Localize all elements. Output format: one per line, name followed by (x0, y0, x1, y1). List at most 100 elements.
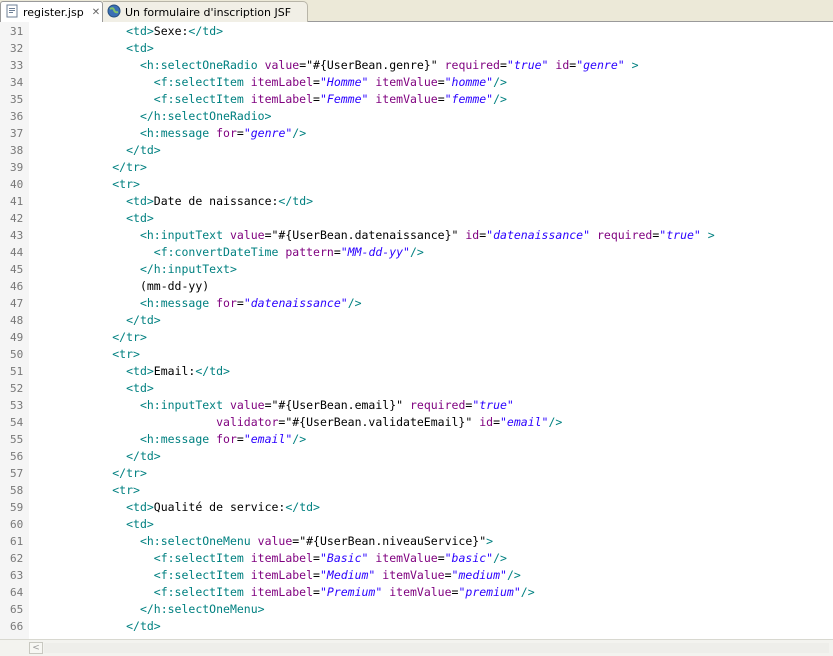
line-number: 54 (10, 416, 24, 429)
code-line[interactable]: 42 <td> (0, 210, 833, 227)
tab-formulaire-inscription[interactable]: Un formulaire d'inscription JSF (103, 1, 308, 22)
code-line[interactable]: 35 <f:selectItem itemLabel="Femme" itemV… (0, 91, 833, 108)
code-line[interactable]: 32 <td> (0, 40, 833, 57)
line-code: <h:message for="email"/> (139, 432, 307, 446)
line-code: <td> (126, 517, 154, 531)
line-code: <f:selectItem itemLabel="Homme" itemValu… (153, 75, 507, 89)
line-number: 33 (10, 59, 24, 72)
line-code: <tr> (112, 483, 140, 497)
horizontal-scrollbar[interactable]: < (0, 639, 833, 656)
line-code: <h:message for="datenaissance"/> (139, 296, 362, 310)
line-code: <f:selectItem itemLabel="Basic" itemValu… (153, 551, 507, 565)
line-code: </h:selectOneRadio> (139, 109, 272, 123)
code-line[interactable]: 39 </tr> (0, 159, 833, 176)
scroll-left-button[interactable]: < (29, 642, 43, 654)
close-icon[interactable]: ✕ (92, 7, 100, 18)
line-number: 62 (10, 552, 24, 565)
line-code: validator="#{UserBean.validateEmail}" id… (216, 415, 563, 429)
line-number: 39 (10, 161, 24, 174)
code-line[interactable]: 63 <f:selectItem itemLabel="Medium" item… (0, 567, 833, 584)
code-line[interactable]: 38 </td> (0, 142, 833, 159)
line-code: <td> (126, 381, 154, 395)
code-line[interactable]: 40 <tr> (0, 176, 833, 193)
code-line[interactable]: 62 <f:selectItem itemLabel="Basic" itemV… (0, 550, 833, 567)
code-line[interactable]: 51 <td>Email:</td> (0, 363, 833, 380)
line-number: 43 (10, 229, 24, 242)
line-number: 60 (10, 518, 24, 531)
code-line[interactable]: 50 <tr> (0, 346, 833, 363)
line-number: 61 (10, 535, 24, 548)
code-line[interactable]: 36 </h:selectOneRadio> (0, 108, 833, 125)
code-line[interactable]: 45 </h:inputText> (0, 261, 833, 278)
line-code: </h:selectOneMenu> (139, 602, 265, 616)
code-line[interactable]: 53 <h:inputText value="#{UserBean.email}… (0, 397, 833, 414)
code-line[interactable]: 60 <td> (0, 516, 833, 533)
line-number: 56 (10, 450, 24, 463)
line-code: <td> (126, 211, 154, 225)
line-number: 41 (10, 195, 24, 208)
code-line[interactable]: 49 </tr> (0, 329, 833, 346)
code-line[interactable]: 43 <h:inputText value="#{UserBean.datena… (0, 227, 833, 244)
line-code: </td> (126, 449, 161, 463)
line-number: 64 (10, 586, 24, 599)
line-number: 47 (10, 297, 24, 310)
code-line[interactable]: 56 </td> (0, 448, 833, 465)
code-line[interactable]: 44 <f:convertDateTime pattern="MM-dd-yy"… (0, 244, 833, 261)
code-line[interactable]: 55 <h:message for="email"/> (0, 431, 833, 448)
code-line[interactable]: 34 <f:selectItem itemLabel="Homme" itemV… (0, 74, 833, 91)
line-code: </tr> (112, 160, 147, 174)
code-line[interactable]: 57 </tr> (0, 465, 833, 482)
line-code: <f:selectItem itemLabel="Premium" itemVa… (153, 585, 535, 599)
code-line[interactable]: 52 <td> (0, 380, 833, 397)
tab-label: register.jsp (23, 5, 84, 19)
code-line[interactable]: 41 <td>Date de naissance:</td> (0, 193, 833, 210)
line-code: <h:inputText value="#{UserBean.datenaiss… (139, 228, 715, 242)
line-number: 40 (10, 178, 24, 191)
code-line[interactable]: 59 <td>Qualité de service:</td> (0, 499, 833, 516)
line-code: <tr> (112, 347, 140, 361)
line-code: <f:selectItem itemLabel="Medium" itemVal… (153, 568, 521, 582)
tab-label: Un formulaire d'inscription JSF (125, 5, 292, 19)
code-line[interactable]: 64 <f:selectItem itemLabel="Premium" ite… (0, 584, 833, 601)
code-line[interactable]: 54 validator="#{UserBean.validateEmail}"… (0, 414, 833, 431)
code-line[interactable]: 37 <h:message for="genre"/> (0, 125, 833, 142)
code-line[interactable]: 61 <h:selectOneMenu value="#{UserBean.ni… (0, 533, 833, 550)
code-line[interactable]: 48 </td> (0, 312, 833, 329)
line-code: <td>Qualité de service:</td> (126, 500, 320, 514)
code-line[interactable]: 31 <td>Sexe:</td> (0, 23, 833, 40)
line-code: <td> (126, 41, 154, 55)
editor-tab-bar: register.jsp ✕ Un formulaire d'inscripti… (0, 0, 833, 22)
tab-register-jsp[interactable]: register.jsp ✕ (0, 1, 103, 22)
line-number: 32 (10, 42, 24, 55)
line-number: 35 (10, 93, 24, 106)
code-line[interactable]: 47 <h:message for="datenaissance"/> (0, 295, 833, 312)
line-number: 51 (10, 365, 24, 378)
scroll-track[interactable] (44, 643, 829, 653)
line-number: 50 (10, 348, 24, 361)
code-editor[interactable]: 31 <td>Sexe:</td> 32 <td> 33 <h:selectOneR… (0, 22, 833, 639)
code-line[interactable]: 65 </h:selectOneMenu> (0, 601, 833, 618)
line-number: 46 (10, 280, 24, 293)
line-number: 36 (10, 110, 24, 123)
line-number: 58 (10, 484, 24, 497)
line-code: <td>Date de naissance:</td> (126, 194, 314, 208)
line-number: 37 (10, 127, 24, 140)
line-code: </td> (126, 313, 161, 327)
line-number: 57 (10, 467, 24, 480)
line-number: 38 (10, 144, 24, 157)
line-number: 49 (10, 331, 24, 344)
line-number: 66 (10, 620, 24, 633)
line-code: <tr> (112, 177, 140, 191)
line-number: 42 (10, 212, 24, 225)
code-line[interactable]: 58 <tr> (0, 482, 833, 499)
line-code: </h:inputText> (139, 262, 237, 276)
code-line[interactable]: 66 </td> (0, 618, 833, 635)
code-line[interactable]: 33 <h:selectOneRadio value="#{UserBean.g… (0, 57, 833, 74)
line-number: 55 (10, 433, 24, 446)
line-number: 45 (10, 263, 24, 276)
line-code: </td> (126, 619, 161, 633)
code-line[interactable]: 46 (mm-dd-yy) (0, 278, 833, 295)
line-code: <h:message for="genre"/> (139, 126, 307, 140)
line-code: <td>Sexe:</td> (126, 24, 224, 38)
line-number: 34 (10, 76, 24, 89)
